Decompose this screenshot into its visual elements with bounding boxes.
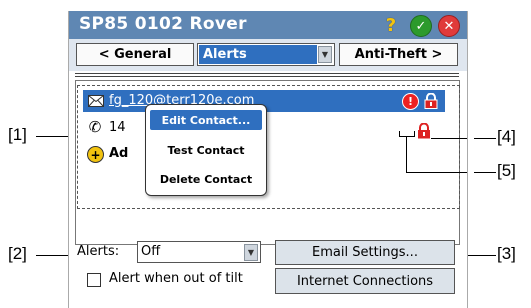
alerts-label: Alerts: bbox=[77, 244, 120, 259]
callout-2: [2] bbox=[8, 244, 27, 263]
lock-icon bbox=[417, 123, 431, 139]
edit-contact-menu-item[interactable]: Edit Contact... bbox=[150, 110, 262, 130]
callout-5: [5] bbox=[497, 161, 516, 180]
email-settings-button[interactable]: Email Settings... bbox=[275, 240, 455, 265]
divider bbox=[75, 73, 459, 74]
lock-leader bbox=[431, 138, 467, 139]
alert-icon: ! bbox=[402, 93, 419, 110]
divider bbox=[75, 76, 459, 77]
ok-icon[interactable]: ✓ bbox=[410, 15, 432, 37]
device-window: SP85 0102 Rover ? ✓ ✕ < General Alerts ▼… bbox=[68, 11, 468, 308]
callout-3: [3] bbox=[497, 244, 516, 263]
plus-circle-icon: + bbox=[87, 146, 104, 163]
callout-1: [1] bbox=[8, 125, 27, 144]
envelope-icon bbox=[88, 94, 104, 108]
tilt-alert-label: Alert when out of tilt bbox=[109, 271, 243, 286]
add-contact-text: Ad bbox=[109, 146, 129, 161]
alert-slot-leader-v bbox=[406, 136, 407, 172]
callout-4-leader bbox=[474, 138, 496, 139]
alerts-dropdown-value: Off bbox=[141, 244, 161, 259]
chevron-down-icon[interactable]: ▼ bbox=[318, 46, 332, 63]
test-contact-menu-item[interactable]: Test Contact bbox=[150, 140, 262, 160]
contact-phone-text: 14 bbox=[109, 120, 126, 135]
contact-context-menu: Edit Contact... Test Contact Delete Cont… bbox=[145, 104, 267, 196]
alert-slot-bracket bbox=[399, 131, 415, 137]
next-anti-theft-button[interactable]: Anti-Theft > bbox=[339, 43, 458, 66]
section-dropdown-value: Alerts bbox=[199, 45, 317, 64]
close-icon[interactable]: ✕ bbox=[438, 15, 460, 37]
callout-4: [4] bbox=[497, 127, 516, 146]
section-dropdown[interactable]: Alerts ▼ bbox=[197, 43, 335, 66]
phone-icon: ✆ bbox=[88, 118, 102, 136]
chevron-down-icon[interactable]: ▼ bbox=[244, 244, 258, 261]
tilt-alert-checkbox[interactable] bbox=[87, 273, 101, 287]
help-icon[interactable]: ? bbox=[381, 15, 401, 36]
lock-icon bbox=[424, 93, 438, 109]
delete-contact-menu-item[interactable]: Delete Contact bbox=[150, 169, 262, 189]
internet-connections-button[interactable]: Internet Connections bbox=[275, 268, 455, 294]
callout-5-leader bbox=[474, 172, 496, 173]
alerts-dropdown[interactable]: Off ▼ bbox=[137, 241, 261, 263]
nav-bar: < General Alerts ▼ Anti-Theft > bbox=[69, 39, 467, 71]
prev-general-button[interactable]: < General bbox=[76, 43, 194, 66]
window-title: SP85 0102 Rover bbox=[79, 14, 247, 34]
title-bar: SP85 0102 Rover ? ✓ ✕ bbox=[69, 11, 467, 39]
alert-slot-leader-h bbox=[406, 172, 467, 173]
